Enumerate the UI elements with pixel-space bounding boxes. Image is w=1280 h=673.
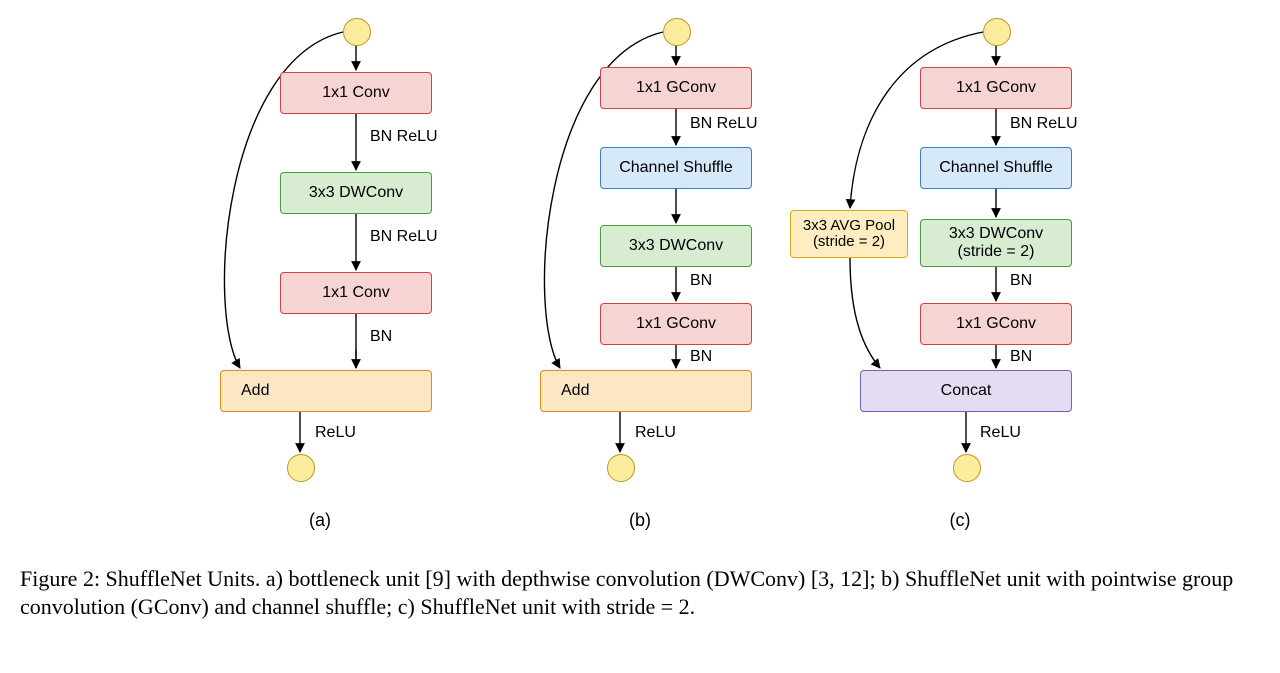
relu-b: ReLU <box>635 424 676 442</box>
channel-shuffle-b: Channel Shuffle <box>600 147 752 189</box>
bn-b-2: BN <box>690 272 712 290</box>
dwconv-c: 3x3 DWConv (stride = 2) <box>920 219 1072 267</box>
add-b: Add <box>540 370 752 412</box>
gconv-c-2: 1x1 GConv <box>920 303 1072 345</box>
sublabel-b: (b) <box>490 510 790 531</box>
dwconv-b: 3x3 DWConv <box>600 225 752 267</box>
bn-b-3: BN <box>690 348 712 366</box>
output-node-a <box>287 454 315 482</box>
avg-pool-c-line2: (stride = 2) <box>813 233 885 250</box>
bn-relu-b-1: BN ReLU <box>690 115 758 133</box>
gconv-c-1-label: 1x1 GConv <box>956 79 1036 97</box>
bn-relu-a-1: BN ReLU <box>370 128 438 146</box>
relu-a: ReLU <box>315 424 356 442</box>
bn-relu-a-2: BN ReLU <box>370 228 438 246</box>
conv1x1-a-1-label: 1x1 Conv <box>322 84 390 102</box>
conv1x1-a-2: 1x1 Conv <box>280 272 432 314</box>
bn-a-3: BN <box>370 328 392 346</box>
gconv-b-1-label: 1x1 GConv <box>636 79 716 97</box>
dwconv-a-label: 3x3 DWConv <box>309 184 403 202</box>
sublabel-c: (c) <box>810 510 1110 531</box>
dwconv-c-line2: (stride = 2) <box>958 243 1035 260</box>
conv1x1-a-2-label: 1x1 Conv <box>322 284 390 302</box>
output-node-b <box>607 454 635 482</box>
gconv-b-2: 1x1 GConv <box>600 303 752 345</box>
avg-pool-c-label: 3x3 AVG Pool (stride = 2) <box>803 218 895 251</box>
input-node-a <box>343 18 371 46</box>
gconv-b-1: 1x1 GConv <box>600 67 752 109</box>
relu-c: ReLU <box>980 424 1021 442</box>
dwconv-c-line1: 3x3 DWConv <box>949 225 1043 242</box>
dwconv-c-label: 3x3 DWConv (stride = 2) <box>949 225 1043 260</box>
add-b-label: Add <box>561 382 589 400</box>
figure-caption: Figure 2: ShuffleNet Units. a) bottlenec… <box>20 565 1260 621</box>
channel-shuffle-c-label: Channel Shuffle <box>939 159 1053 177</box>
sublabel-a: (a) <box>170 510 470 531</box>
dwconv-b-label: 3x3 DWConv <box>629 237 723 255</box>
diagram-area: 1x1 Conv BN ReLU 3x3 DWConv BN ReLU 1x1 … <box>170 10 1110 535</box>
bn-c-3: BN <box>1010 348 1032 366</box>
add-a: Add <box>220 370 432 412</box>
gconv-b-2-label: 1x1 GConv <box>636 315 716 333</box>
gconv-c-2-label: 1x1 GConv <box>956 315 1036 333</box>
unit-a: 1x1 Conv BN ReLU 3x3 DWConv BN ReLU 1x1 … <box>170 10 470 535</box>
input-node-b <box>663 18 691 46</box>
channel-shuffle-c: Channel Shuffle <box>920 147 1072 189</box>
gconv-c-1: 1x1 GConv <box>920 67 1072 109</box>
add-a-label: Add <box>241 382 269 400</box>
conv1x1-a-1: 1x1 Conv <box>280 72 432 114</box>
channel-shuffle-b-label: Channel Shuffle <box>619 159 733 177</box>
unit-c: 1x1 GConv BN ReLU Channel Shuffle 3x3 DW… <box>810 10 1110 535</box>
avg-pool-c-line1: 3x3 AVG Pool <box>803 217 895 234</box>
unit-b: 1x1 GConv BN ReLU Channel Shuffle 3x3 DW… <box>490 10 790 535</box>
page-root: 1x1 Conv BN ReLU 3x3 DWConv BN ReLU 1x1 … <box>0 0 1280 673</box>
input-node-c <box>983 18 1011 46</box>
bn-c-2: BN <box>1010 272 1032 290</box>
concat-c: Concat <box>860 370 1072 412</box>
concat-c-label: Concat <box>941 382 992 400</box>
bn-relu-c-1: BN ReLU <box>1010 115 1078 133</box>
output-node-c <box>953 454 981 482</box>
avg-pool-c: 3x3 AVG Pool (stride = 2) <box>790 210 908 258</box>
dwconv-a: 3x3 DWConv <box>280 172 432 214</box>
